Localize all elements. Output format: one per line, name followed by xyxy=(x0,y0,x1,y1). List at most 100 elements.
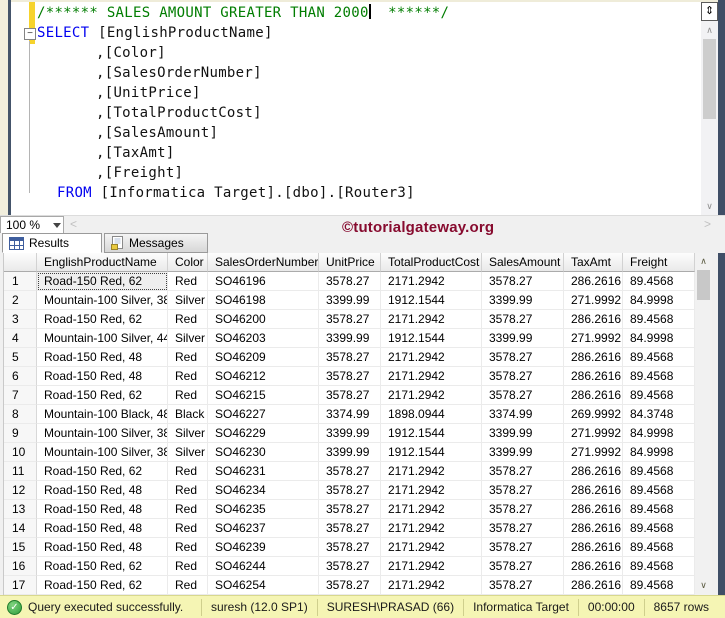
column-header-unitprice[interactable]: UnitPrice xyxy=(319,253,381,272)
scroll-up-icon[interactable]: ∧ xyxy=(695,254,712,269)
grid-cell[interactable]: 89.4568 xyxy=(623,481,695,500)
grid-cell[interactable]: 1898.0944 xyxy=(381,405,482,424)
grid-cell[interactable]: 286.2616 xyxy=(564,538,623,557)
grid-cell[interactable]: Road-150 Red, 62 xyxy=(37,386,168,405)
scroll-down-icon[interactable]: ∨ xyxy=(695,578,712,593)
grid-scroll-thumb[interactable] xyxy=(697,270,710,300)
scroll-down-icon[interactable]: ∨ xyxy=(701,199,718,213)
grid-cell[interactable]: 2171.2942 xyxy=(381,272,482,291)
grid-cell[interactable]: SO46239 xyxy=(208,538,319,557)
grid-vertical-scrollbar[interactable]: ∧ ∨ xyxy=(695,253,712,595)
grid-cell[interactable]: 3399.99 xyxy=(482,443,564,462)
grid-corner-cell[interactable] xyxy=(4,253,37,272)
grid-cell[interactable]: 2171.2942 xyxy=(381,538,482,557)
grid-cell[interactable]: 3399.99 xyxy=(319,291,381,310)
grid-cell[interactable]: 3578.27 xyxy=(319,557,381,576)
grid-cell[interactable]: 3374.99 xyxy=(482,405,564,424)
grid-cell[interactable]: SO46230 xyxy=(208,443,319,462)
grid-cell[interactable]: Road-150 Red, 48 xyxy=(37,481,168,500)
grid-cell[interactable]: Red xyxy=(168,310,208,329)
grid-cell[interactable]: 3399.99 xyxy=(319,424,381,443)
row-number[interactable]: 14 xyxy=(4,519,37,538)
grid-cell[interactable]: 2171.2942 xyxy=(381,500,482,519)
grid-cell[interactable]: Road-150 Red, 62 xyxy=(37,272,168,291)
grid-cell[interactable]: 1912.1544 xyxy=(381,291,482,310)
grid-cell[interactable]: 3578.27 xyxy=(482,462,564,481)
grid-cell[interactable]: 3578.27 xyxy=(319,310,381,329)
grid-cell[interactable]: 3578.27 xyxy=(319,272,381,291)
grid-cell[interactable]: 2171.2942 xyxy=(381,386,482,405)
grid-cell[interactable]: 1912.1544 xyxy=(381,443,482,462)
grid-cell[interactable]: 286.2616 xyxy=(564,557,623,576)
grid-cell[interactable]: 89.4568 xyxy=(623,576,695,595)
grid-cell[interactable]: 1912.1544 xyxy=(381,329,482,348)
grid-cell[interactable]: Mountain-100 Silver, 38 xyxy=(37,443,168,462)
grid-cell[interactable]: Road-150 Red, 48 xyxy=(37,348,168,367)
grid-cell[interactable]: Road-150 Red, 62 xyxy=(37,462,168,481)
grid-cell[interactable]: 3399.99 xyxy=(482,329,564,348)
grid-cell[interactable]: Red xyxy=(168,576,208,595)
grid-cell[interactable]: 2171.2942 xyxy=(381,310,482,329)
row-number[interactable]: 9 xyxy=(4,424,37,443)
column-header-salesordernumber[interactable]: SalesOrderNumber xyxy=(208,253,319,272)
scroll-right-icon[interactable]: > xyxy=(704,217,711,231)
grid-cell[interactable]: 3399.99 xyxy=(319,443,381,462)
grid-cell[interactable]: 3399.99 xyxy=(482,424,564,443)
grid-cell[interactable]: Black xyxy=(168,405,208,424)
grid-cell[interactable]: 89.4568 xyxy=(623,500,695,519)
grid-cell[interactable]: 84.9998 xyxy=(623,291,695,310)
grid-cell[interactable]: 3578.27 xyxy=(482,538,564,557)
scroll-left-icon[interactable]: < xyxy=(70,217,77,231)
row-number[interactable]: 12 xyxy=(4,481,37,500)
grid-cell[interactable]: 286.2616 xyxy=(564,386,623,405)
grid-cell[interactable]: 3578.27 xyxy=(319,481,381,500)
grid-cell[interactable]: Silver xyxy=(168,443,208,462)
grid-cell[interactable]: 271.9992 xyxy=(564,443,623,462)
sql-editor[interactable]: − /****** SALES AMOUNT GREATER THAN 2000… xyxy=(11,2,701,215)
column-header-color[interactable]: Color xyxy=(168,253,208,272)
grid-cell[interactable]: Silver xyxy=(168,329,208,348)
grid-cell[interactable]: 89.4568 xyxy=(623,348,695,367)
grid-cell[interactable]: 89.4568 xyxy=(623,310,695,329)
grid-cell[interactable]: 3578.27 xyxy=(482,500,564,519)
grid-cell[interactable]: 271.9992 xyxy=(564,424,623,443)
tab-results[interactable]: Results xyxy=(2,233,102,253)
editor-scroll-thumb[interactable] xyxy=(703,39,716,119)
zoom-level-dropdown[interactable]: 100 % xyxy=(0,216,64,234)
grid-cell[interactable]: 89.4568 xyxy=(623,557,695,576)
grid-cell[interactable]: 2171.2942 xyxy=(381,576,482,595)
grid-cell[interactable]: SO46215 xyxy=(208,386,319,405)
grid-cell[interactable]: 3578.27 xyxy=(319,367,381,386)
grid-cell[interactable]: 286.2616 xyxy=(564,367,623,386)
grid-cell[interactable]: 2171.2942 xyxy=(381,348,482,367)
editor-vertical-scrollbar[interactable]: ⇕ ∧ ∨ xyxy=(701,2,718,215)
grid-cell[interactable]: SO46254 xyxy=(208,576,319,595)
row-number[interactable]: 4 xyxy=(4,329,37,348)
grid-cell[interactable]: 84.9998 xyxy=(623,443,695,462)
grid-cell[interactable]: Red xyxy=(168,272,208,291)
grid-cell[interactable]: Road-150 Red, 62 xyxy=(37,557,168,576)
grid-cell[interactable]: Red xyxy=(168,386,208,405)
row-number[interactable]: 16 xyxy=(4,557,37,576)
grid-cell[interactable]: SO46234 xyxy=(208,481,319,500)
grid-cell[interactable]: 3578.27 xyxy=(482,557,564,576)
grid-cell[interactable]: 3578.27 xyxy=(319,348,381,367)
grid-cell[interactable]: 1912.1544 xyxy=(381,424,482,443)
column-header-englishproductname[interactable]: EnglishProductName xyxy=(37,253,168,272)
grid-cell[interactable]: 286.2616 xyxy=(564,500,623,519)
grid-cell[interactable]: 89.4568 xyxy=(623,367,695,386)
grid-cell[interactable]: 84.9998 xyxy=(623,424,695,443)
scroll-up-icon[interactable]: ∧ xyxy=(701,23,718,37)
grid-cell[interactable]: Silver xyxy=(168,424,208,443)
grid-cell[interactable]: 271.9992 xyxy=(564,291,623,310)
row-number[interactable]: 7 xyxy=(4,386,37,405)
grid-cell[interactable]: Mountain-100 Silver, 38 xyxy=(37,291,168,310)
grid-cell[interactable]: SO46227 xyxy=(208,405,319,424)
grid-cell[interactable]: SO46235 xyxy=(208,500,319,519)
grid-cell[interactable]: 3578.27 xyxy=(482,272,564,291)
grid-cell[interactable]: 3578.27 xyxy=(319,386,381,405)
grid-cell[interactable]: 3374.99 xyxy=(319,405,381,424)
grid-cell[interactable]: 286.2616 xyxy=(564,462,623,481)
row-number[interactable]: 6 xyxy=(4,367,37,386)
grid-cell[interactable]: SO46237 xyxy=(208,519,319,538)
